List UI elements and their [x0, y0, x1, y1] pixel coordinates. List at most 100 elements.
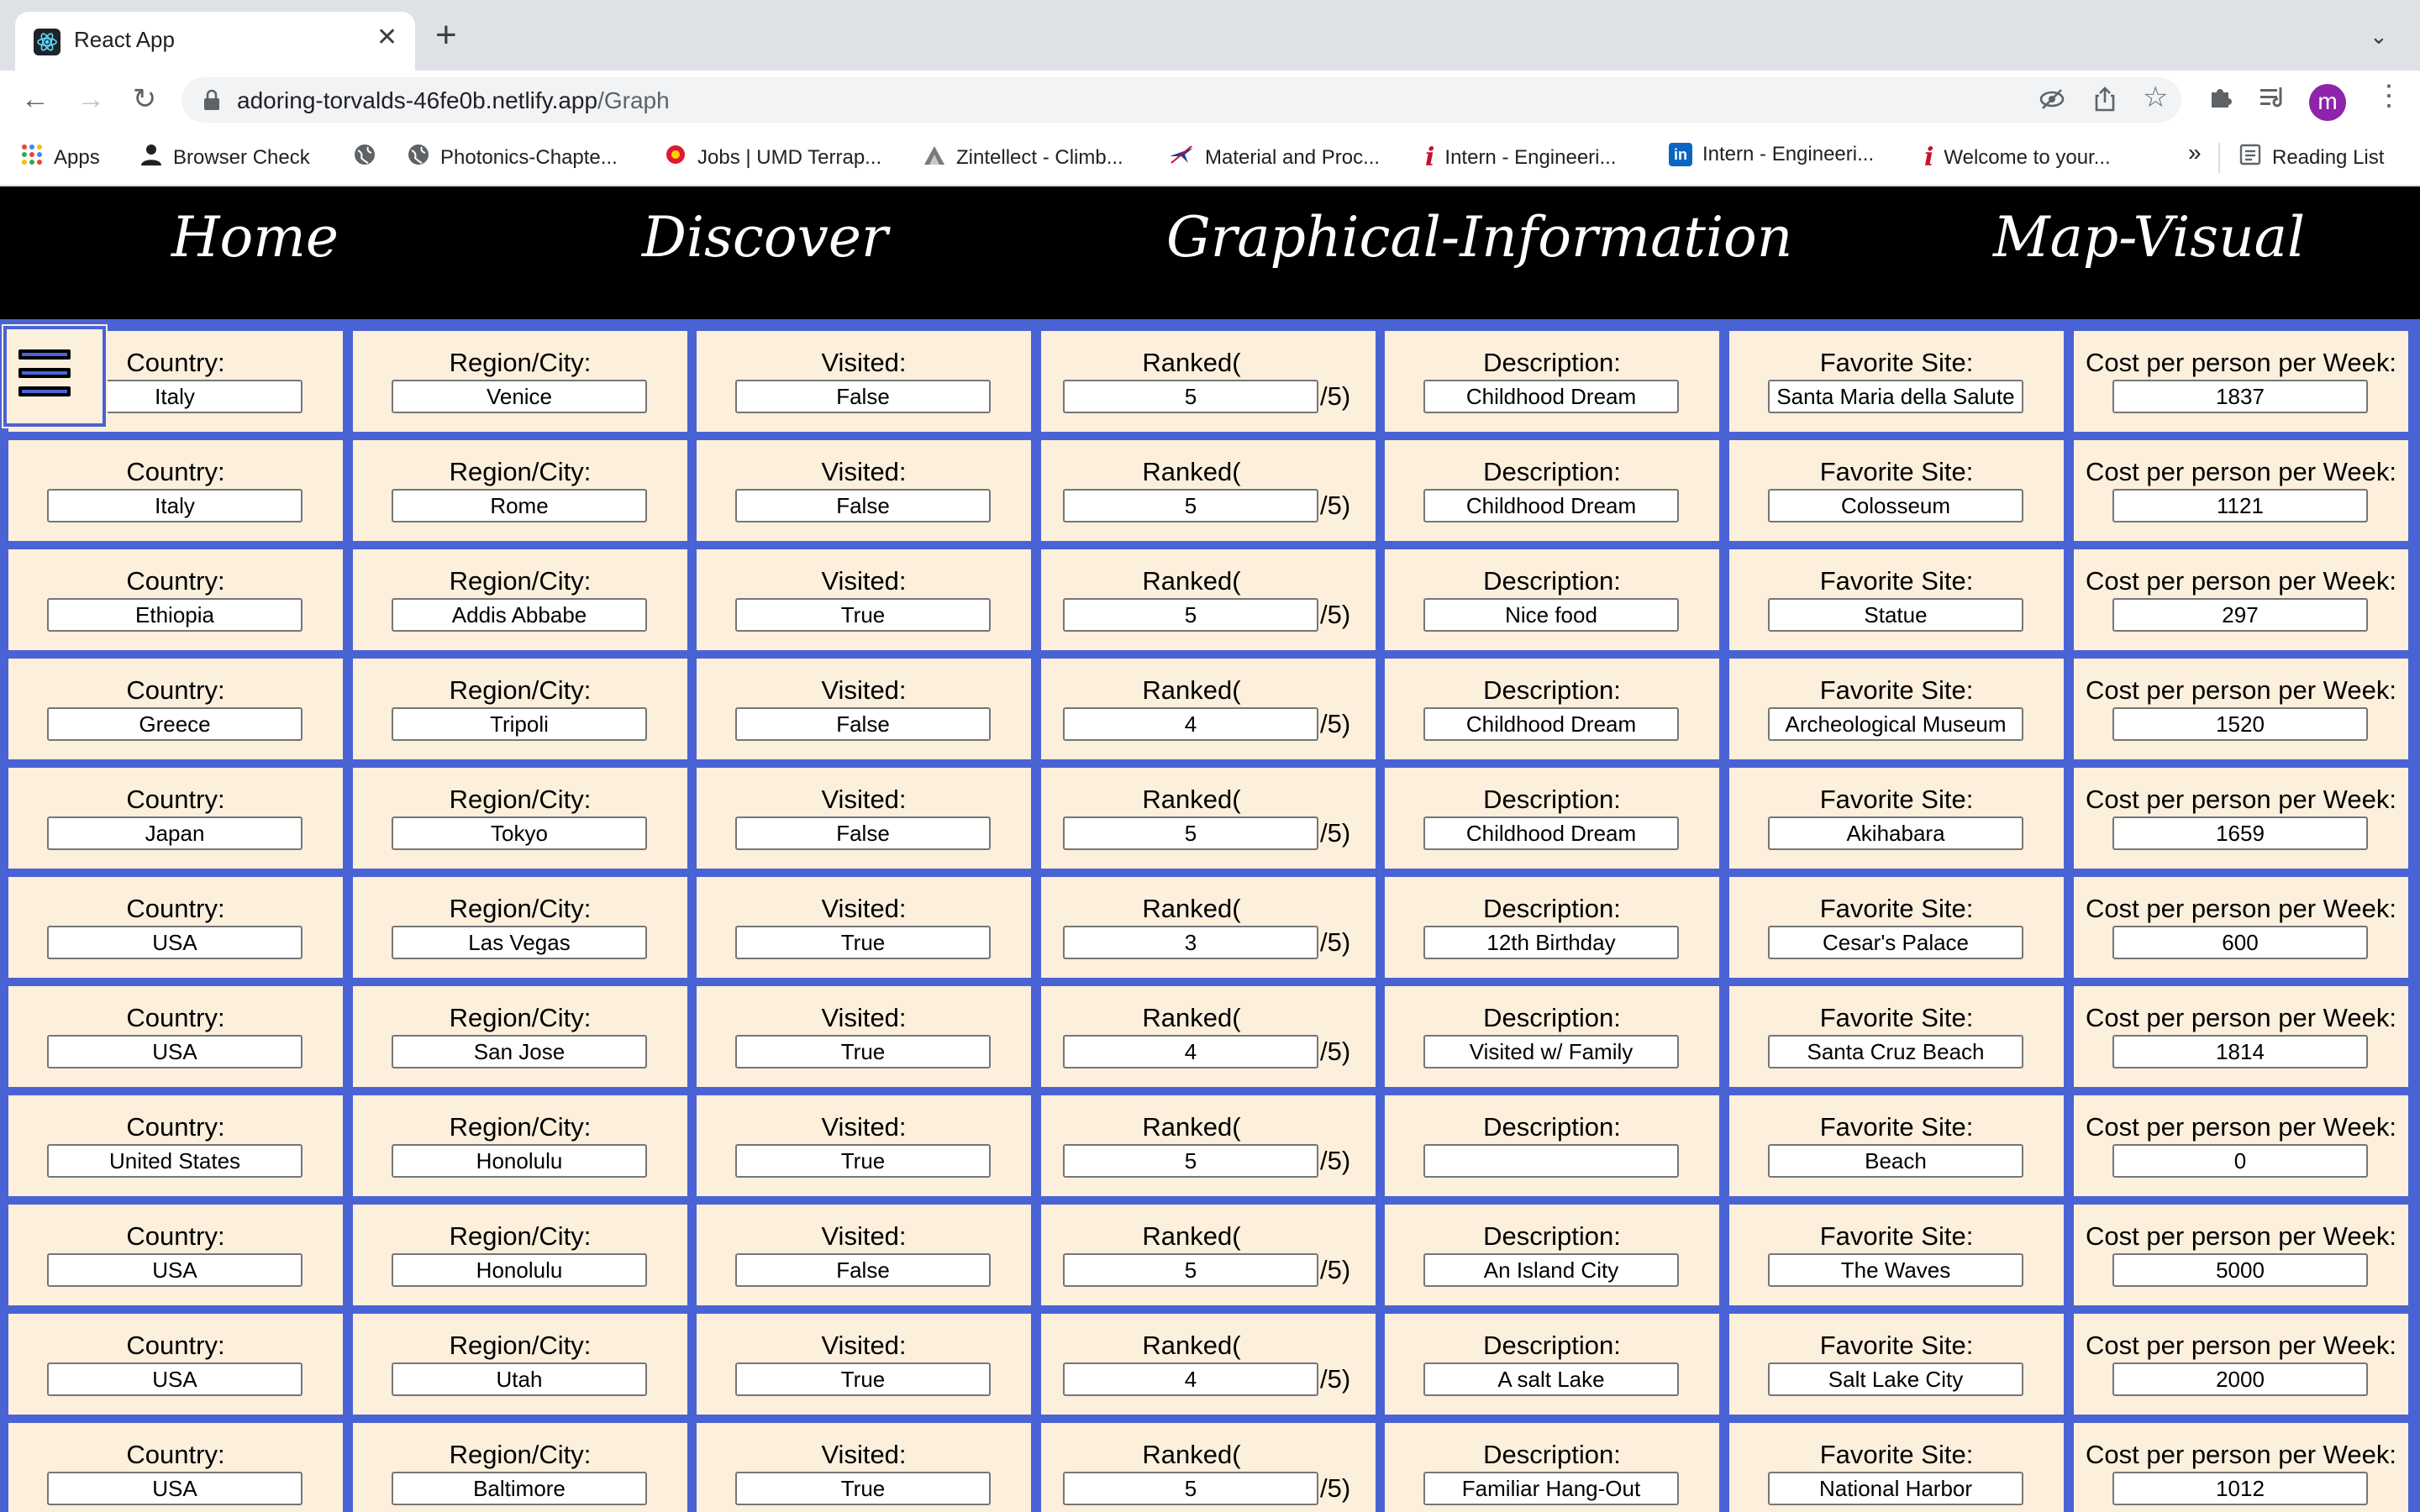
- description-input[interactable]: [1423, 380, 1679, 413]
- description-input[interactable]: [1423, 1362, 1679, 1396]
- bookmark-star-icon[interactable]: ☆: [2143, 81, 2168, 114]
- description-input[interactable]: [1423, 1253, 1679, 1287]
- description-input[interactable]: [1423, 1035, 1679, 1068]
- kebab-menu-icon[interactable]: ⋮: [2375, 79, 2403, 113]
- description-input[interactable]: [1423, 598, 1679, 632]
- bookmark-welcome[interactable]: i Welcome to your...: [1924, 143, 2111, 172]
- region-city-input[interactable]: [392, 489, 647, 522]
- cost-per-week-input[interactable]: [2112, 707, 2368, 741]
- favorite-site-input[interactable]: [1768, 1472, 2023, 1505]
- media-queue-icon[interactable]: [2259, 84, 2287, 118]
- ranked-input[interactable]: [1063, 1035, 1318, 1068]
- bookmark-photonics[interactable]: Photonics-Chapte...: [407, 143, 618, 172]
- visited-input[interactable]: [735, 1144, 991, 1178]
- nav-home-link[interactable]: Home: [171, 205, 339, 270]
- hamburger-menu-button[interactable]: [3, 326, 106, 427]
- description-input[interactable]: [1423, 926, 1679, 959]
- visited-input[interactable]: [735, 1362, 991, 1396]
- ranked-input[interactable]: [1063, 1144, 1318, 1178]
- profile-avatar[interactable]: m: [2309, 84, 2346, 121]
- region-city-input[interactable]: [392, 1144, 647, 1178]
- region-city-input[interactable]: [392, 598, 647, 632]
- cost-per-week-input[interactable]: [2112, 1253, 2368, 1287]
- cost-per-week-input[interactable]: [2112, 926, 2368, 959]
- ranked-input[interactable]: [1063, 1362, 1318, 1396]
- region-city-input[interactable]: [392, 1362, 647, 1396]
- favorite-site-input[interactable]: [1768, 1035, 2023, 1068]
- favorite-site-input[interactable]: [1768, 1253, 2023, 1287]
- ranked-input[interactable]: [1063, 1472, 1318, 1505]
- tab-search-chevron-icon[interactable]: ⌄: [2370, 24, 2388, 50]
- favorite-site-input[interactable]: [1768, 816, 2023, 850]
- cost-per-week-input[interactable]: [2112, 380, 2368, 413]
- bookmark-browser-check[interactable]: Browser Check: [139, 143, 310, 172]
- region-city-input[interactable]: [392, 926, 647, 959]
- visited-input[interactable]: [735, 1253, 991, 1287]
- visited-input[interactable]: [735, 816, 991, 850]
- country-input[interactable]: [47, 1144, 302, 1178]
- region-city-input[interactable]: [392, 380, 647, 413]
- country-input[interactable]: [47, 598, 302, 632]
- bookmark-globe[interactable]: [353, 143, 376, 172]
- visited-input[interactable]: [735, 926, 991, 959]
- visited-input[interactable]: [735, 598, 991, 632]
- country-input[interactable]: [47, 1472, 302, 1505]
- tab-close-icon[interactable]: ✕: [376, 24, 397, 52]
- favorite-site-input[interactable]: [1768, 1144, 2023, 1178]
- favorite-site-input[interactable]: [1768, 598, 2023, 632]
- country-input[interactable]: [47, 1362, 302, 1396]
- bookmark-umd-jobs[interactable]: Jobs | UMD Terrap...: [664, 143, 881, 172]
- bookmarks-overflow-button[interactable]: »: [2188, 139, 2202, 166]
- cost-per-week-input[interactable]: [2112, 816, 2368, 850]
- description-input[interactable]: [1423, 1144, 1679, 1178]
- forward-arrow-icon[interactable]: →: [74, 82, 108, 116]
- cost-per-week-input[interactable]: [2112, 598, 2368, 632]
- region-city-input[interactable]: [392, 1253, 647, 1287]
- favorite-site-input[interactable]: [1768, 489, 2023, 522]
- description-input[interactable]: [1423, 816, 1679, 850]
- favorite-site-input[interactable]: [1768, 1362, 2023, 1396]
- visited-input[interactable]: [735, 1472, 991, 1505]
- country-input[interactable]: [47, 707, 302, 741]
- cost-per-week-input[interactable]: [2112, 1472, 2368, 1505]
- ranked-input[interactable]: [1063, 489, 1318, 522]
- ranked-input[interactable]: [1063, 707, 1318, 741]
- bookmark-intern-1[interactable]: i Intern - Engineeri...: [1425, 143, 1617, 172]
- nav-graphical-information-link[interactable]: Graphical-Information: [1166, 205, 1792, 270]
- cost-per-week-input[interactable]: [2112, 1144, 2368, 1178]
- country-input[interactable]: [47, 1253, 302, 1287]
- cost-per-week-input[interactable]: [2112, 1362, 2368, 1396]
- browser-tab[interactable]: React App ✕: [15, 12, 415, 71]
- nav-map-visual-link[interactable]: Map-Visual: [1993, 205, 2305, 270]
- share-icon[interactable]: [2092, 86, 2118, 119]
- ranked-input[interactable]: [1063, 380, 1318, 413]
- visited-input[interactable]: [735, 1035, 991, 1068]
- description-input[interactable]: [1423, 1472, 1679, 1505]
- bookmark-intern-2[interactable]: in Intern - Engineeri...: [1669, 143, 1874, 166]
- bookmark-apps[interactable]: Apps: [20, 143, 100, 172]
- favorite-site-input[interactable]: [1768, 926, 2023, 959]
- favorite-site-input[interactable]: [1768, 707, 2023, 741]
- country-input[interactable]: [47, 816, 302, 850]
- country-input[interactable]: [47, 1035, 302, 1068]
- cost-per-week-input[interactable]: [2112, 1035, 2368, 1068]
- country-input[interactable]: [47, 489, 302, 522]
- description-input[interactable]: [1423, 707, 1679, 741]
- ranked-input[interactable]: [1063, 1253, 1318, 1287]
- ranked-input[interactable]: [1063, 816, 1318, 850]
- visited-input[interactable]: [735, 707, 991, 741]
- ranked-input[interactable]: [1063, 926, 1318, 959]
- region-city-input[interactable]: [392, 816, 647, 850]
- visited-input[interactable]: [735, 380, 991, 413]
- ranked-input[interactable]: [1063, 598, 1318, 632]
- eye-slash-icon[interactable]: [2039, 86, 2065, 119]
- region-city-input[interactable]: [392, 1035, 647, 1068]
- cost-per-week-input[interactable]: [2112, 489, 2368, 522]
- visited-input[interactable]: [735, 489, 991, 522]
- back-arrow-icon[interactable]: ←: [18, 82, 52, 116]
- bookmark-zintellect[interactable]: Zintellect - Climb...: [923, 143, 1123, 172]
- region-city-input[interactable]: [392, 1472, 647, 1505]
- region-city-input[interactable]: [392, 707, 647, 741]
- reading-list-button[interactable]: Reading List: [2238, 143, 2384, 172]
- extensions-puzzle-icon[interactable]: [2207, 84, 2233, 118]
